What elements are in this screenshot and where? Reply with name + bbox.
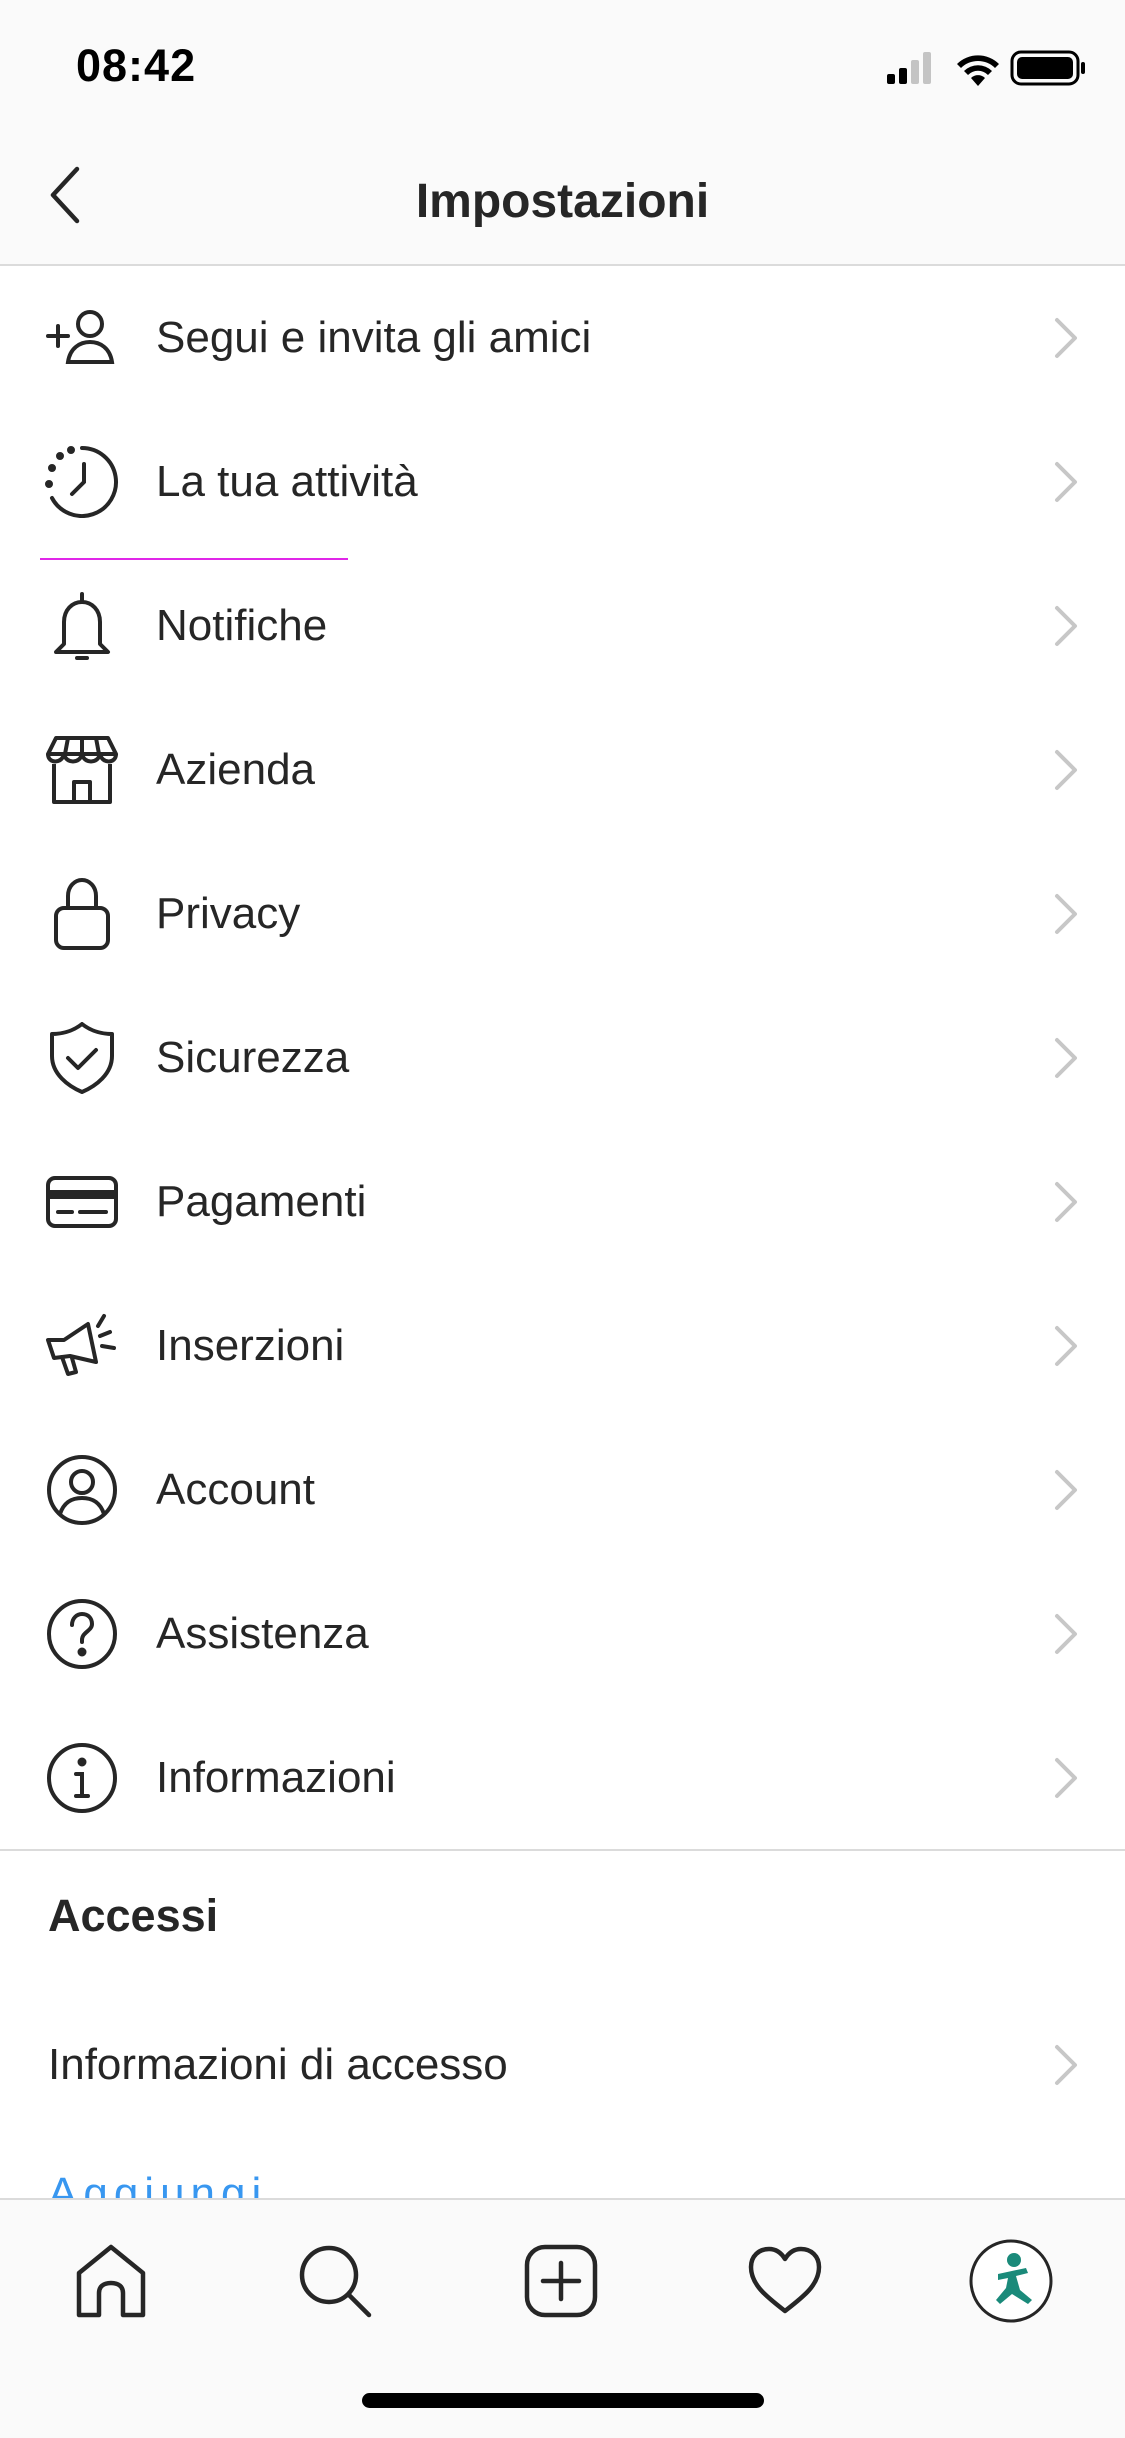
lock-icon	[44, 878, 120, 950]
chevron-right-icon	[1055, 2045, 1077, 2085]
megaphone-icon	[44, 1310, 120, 1382]
chevron-right-icon	[1055, 1758, 1077, 1798]
add-account-link[interactable]: Aggiungi account	[48, 2176, 468, 2200]
tab-activity[interactable]	[730, 2226, 840, 2336]
menu-item-label: Sicurezza	[156, 1033, 350, 1082]
status-bar: 08:42	[0, 0, 1125, 134]
home-icon	[76, 2244, 146, 2318]
menu-item-about[interactable]: Informazioni	[0, 1706, 1125, 1850]
menu-item-payments[interactable]: Pagamenti	[0, 1130, 1125, 1274]
storefront-icon	[44, 734, 120, 806]
menu-item-label: Azienda	[156, 745, 316, 794]
cellular-signal-icon	[887, 52, 931, 84]
info-circle-icon	[44, 1742, 120, 1814]
heart-icon	[748, 2246, 822, 2314]
menu-item-account[interactable]: Account	[0, 1418, 1125, 1562]
credit-card-icon	[44, 1166, 120, 1238]
menu-item-privacy[interactable]: Privacy	[0, 842, 1125, 986]
menu-item-notifications[interactable]: Notifiche	[0, 554, 1125, 698]
chevron-right-icon	[1055, 1614, 1077, 1654]
home-indicator	[362, 2393, 764, 2408]
menu-item-help[interactable]: Assistenza	[0, 1562, 1125, 1706]
chevron-right-icon	[1055, 1470, 1077, 1510]
new-post-icon	[524, 2244, 598, 2318]
menu-item-label: Pagamenti	[156, 1177, 367, 1226]
section-title-access: Accessi	[48, 1890, 219, 1941]
profile-avatar	[969, 2239, 1053, 2323]
bell-icon	[44, 590, 120, 662]
nav-header: Impostazioni	[0, 134, 1125, 266]
help-circle-icon	[44, 1598, 120, 1670]
menu-item-label: Informazioni	[156, 1753, 396, 1802]
chevron-right-icon	[1055, 894, 1077, 934]
add-account-label: Aggiungi account	[48, 2176, 468, 2200]
tab-profile[interactable]	[956, 2226, 1066, 2336]
tab-home[interactable]	[56, 2226, 166, 2336]
menu-item-label: Account	[156, 1465, 315, 1514]
status-icons	[887, 48, 1087, 88]
chevron-right-icon	[1055, 1182, 1077, 1222]
chevron-right-icon	[1055, 1326, 1077, 1366]
account-circle-icon	[44, 1454, 120, 1526]
chevron-right-icon	[1055, 1038, 1077, 1078]
activity-clock-icon	[44, 446, 120, 518]
menu-item-ads[interactable]: Inserzioni	[0, 1274, 1125, 1418]
section-divider	[0, 1849, 1125, 1851]
menu-item-label: Informazioni di accesso	[48, 2040, 508, 2089]
chevron-right-icon	[1055, 750, 1077, 790]
search-icon	[299, 2245, 372, 2318]
tab-new-post[interactable]	[506, 2226, 616, 2336]
chevron-right-icon	[1055, 318, 1077, 358]
chevron-right-icon	[1055, 606, 1077, 646]
menu-item-label: Notifiche	[156, 601, 328, 650]
settings-menu: Segui e invita gli amici La tua attività	[0, 266, 1125, 1850]
highlight-underline	[40, 558, 348, 560]
menu-item-security[interactable]: Sicurezza	[0, 986, 1125, 1130]
page-title: Impostazioni	[415, 175, 710, 228]
menu-item-label: Inserzioni	[156, 1321, 345, 1370]
tab-search[interactable]	[280, 2226, 390, 2336]
add-person-icon	[44, 302, 120, 374]
shield-check-icon	[44, 1022, 120, 1094]
menu-item-login-info[interactable]: Informazioni di accesso	[0, 1993, 1125, 2137]
menu-item-label: Assistenza	[156, 1609, 369, 1658]
status-time: 08:42	[76, 40, 197, 91]
battery-icon	[1010, 50, 1085, 86]
menu-item-label: La tua attività	[156, 457, 418, 506]
menu-item-label: Privacy	[156, 889, 301, 938]
chevron-right-icon	[1055, 462, 1077, 502]
menu-item-follow-invite[interactable]: Segui e invita gli amici	[0, 266, 1125, 410]
menu-item-business[interactable]: Azienda	[0, 698, 1125, 842]
wifi-icon	[957, 55, 999, 86]
menu-item-activity[interactable]: La tua attività	[0, 410, 1125, 554]
menu-item-label: Segui e invita gli amici	[156, 313, 592, 362]
